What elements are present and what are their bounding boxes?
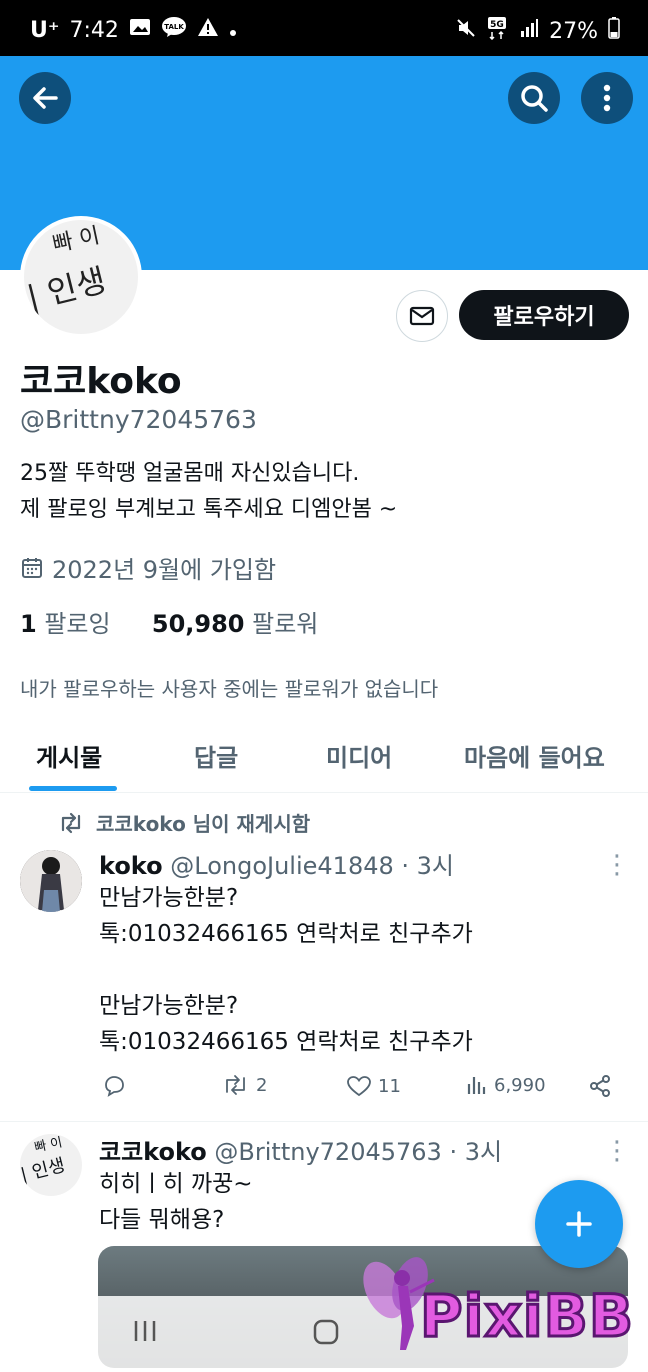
search-icon [521,85,548,112]
like-count: 11 [378,1075,401,1097]
repost-note: 코코koko 님이 재게시함 [96,812,311,836]
avatar-handwriting-main: | 인생 [23,260,110,318]
tweet-author-name[interactable]: 코코koko [99,1138,207,1166]
view-count: 6,990 [494,1074,546,1096]
profile-handle: @Brittny72045763 [20,405,257,434]
share-button[interactable] [588,1074,612,1098]
mute-icon [455,17,477,45]
heart-icon [347,1076,371,1097]
repost-context: 코코koko 님이 재게시함 [58,808,310,837]
bio-line: 25짤 뚜학땡 얼굴몸매 자신있습니다. [20,461,360,486]
bio-line: 제 팔로잉 부계보고 톡주세요 디엠안봄 ~ [20,497,398,522]
tweet-line: 다들 뭐해용? [99,1207,225,1233]
tweet-body: 히히ㅣ히 까꿍~ 다들 뭐해용? [99,1166,253,1238]
tab-likes[interactable]: 마음에 들어요 [464,738,605,773]
followers-label: 팔로워 [252,610,319,638]
tweet-author-handle[interactable]: @Brittny72045763 [214,1138,441,1166]
network-5g-icon: 5G [487,16,509,46]
status-bar: U⁺ 7:42 TALK 5G 27% [0,0,648,56]
no-common-followers: 내가 팔로우하는 사용자 중에는 팔로워가 없습니다 [20,677,439,701]
home-button[interactable] [312,1318,340,1350]
battery-icon [608,17,620,45]
carrier-label: U⁺ [30,17,60,43]
tweet-body: 만남가능한분? 톡:01032466165 연락처로 친구추가 만남가능한분? … [99,880,473,1060]
like-button[interactable]: 11 [346,1074,401,1098]
svg-text:TALK: TALK [164,23,184,31]
message-button[interactable] [396,290,448,342]
display-name: 코코koko [20,361,182,402]
tweet-line: 히히ㅣ히 까꿍~ [99,1171,253,1197]
active-tab-indicator [29,786,117,791]
clock: 7:42 [69,17,119,43]
tweet-more-button[interactable]: ⋮ [604,1136,630,1166]
signal-icon [519,18,539,44]
watermark: PixiBB [362,1250,642,1368]
tweet-avatar[interactable]: 빠 이 | 인생 [20,1134,82,1196]
tweet-author-name[interactable]: koko [99,852,163,880]
network-label: 5G [490,20,504,30]
analytics-icon [467,1077,486,1094]
following-count: 1 [20,610,37,638]
tab-replies[interactable]: 답글 [194,738,238,773]
person-photo-icon [20,850,82,912]
notification-dot-icon [229,18,237,43]
repost-icon [61,812,81,833]
follow-button[interactable]: 팔로우하기 [459,290,629,340]
avatar-handwriting-top: 빠 이 [50,223,103,258]
tweet-header: 코코koko @Brittny72045763 · 3시 [99,1132,502,1167]
reply-button[interactable] [102,1074,126,1098]
joined-date: 2022년 9월에 가입함 [20,550,276,585]
watermark-text: PixiBB [418,1281,635,1352]
tab-posts[interactable]: 게시물 [36,738,102,773]
follow-stats: 1 팔로잉 50,980 팔로워 [20,604,318,639]
repost-icon [226,1075,245,1095]
joined-label: 2022년 9월에 가입함 [52,556,277,584]
envelope-icon [409,306,435,326]
repost-button[interactable]: 2 [222,1074,267,1096]
share-icon [590,1075,610,1097]
tweet-time: · 3시 [401,852,454,880]
battery-percent: 27% [549,18,598,44]
tweet-header: koko @LongoJulie41848 · 3시 [99,846,454,881]
tweet-line: 만남가능한분? [99,885,239,911]
profile-avatar[interactable]: 빠 이 | 인생 [20,216,142,338]
followers-link[interactable]: 50,980 팔로워 [152,610,319,638]
tweet-time: · 3시 [449,1138,503,1166]
tweet-avatar[interactable] [20,850,82,912]
recent-apps-button[interactable] [132,1318,158,1348]
avatar-handwriting-main: | 인생 [20,1154,68,1187]
followers-count: 50,980 [151,610,245,638]
arrow-left-icon [33,87,58,109]
more-vertical-icon [603,84,611,112]
following-label: 팔로잉 [44,610,111,638]
home-icon [313,1319,339,1345]
tweet-line: 톡:01032466165 연락처로 친구추가 [99,1029,473,1055]
tweet-line: 톡:01032466165 연락처로 친구추가 [99,921,473,947]
tweet-actions: 2 11 6,990 [0,1074,648,1108]
views-button[interactable]: 6,990 [466,1074,546,1096]
gallery-icon [129,17,151,43]
tweet-more-button[interactable]: ⋮ [604,850,630,880]
kakaotalk-icon: TALK [161,16,187,44]
tab-media[interactable]: 미디어 [326,738,392,773]
recent-apps-icon [134,1321,156,1341]
profile-bio: 25짤 뚜학땡 얼굴몸매 자신있습니다. 제 팔로잉 부계보고 톡주세요 디엠안… [20,456,397,528]
warning-icon [197,17,219,43]
tweet-author-handle[interactable]: @LongoJulie41848 [170,852,394,880]
plus-icon [566,1211,592,1237]
back-button[interactable] [19,72,71,124]
calendar-icon [22,557,42,578]
more-options-button[interactable] [581,72,633,124]
reply-icon [105,1076,124,1097]
profile-tabs: 게시물 답글 미디어 마음에 들어요 [0,718,648,793]
tweet-line: 만남가능한분? [99,993,239,1019]
search-button[interactable] [508,72,560,124]
repost-count: 2 [256,1074,268,1096]
following-link[interactable]: 1 팔로잉 [20,610,111,638]
tweet-divider [0,1121,648,1122]
